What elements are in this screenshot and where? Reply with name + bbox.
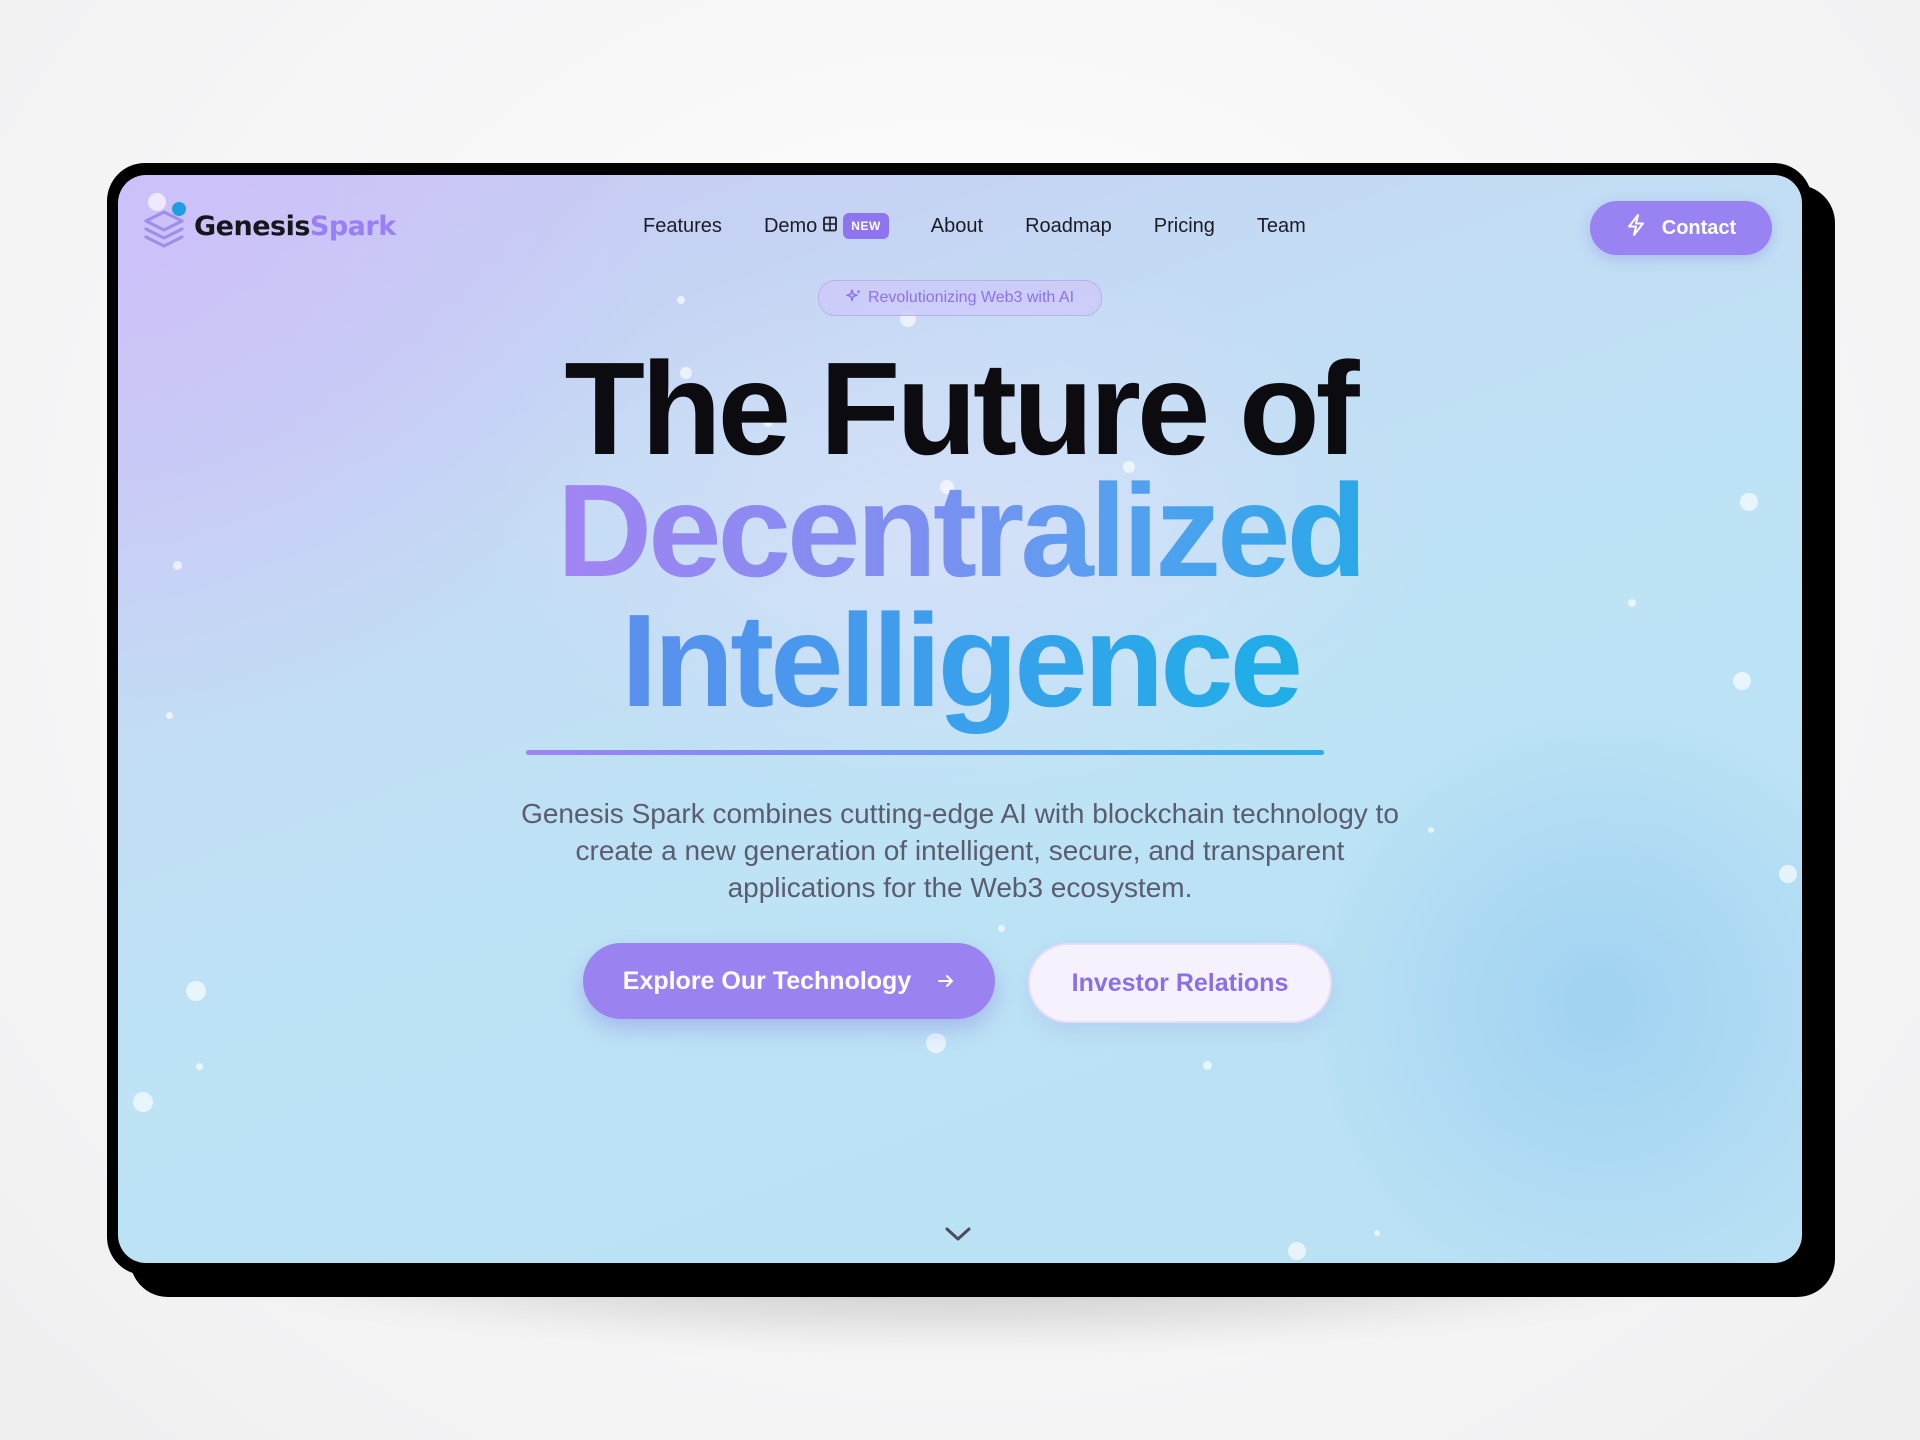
particle [133,1092,153,1112]
headline-line-3: Intelligence [118,595,1802,727]
particle [677,296,685,304]
sparkles-icon [846,288,862,309]
particle [1428,827,1434,833]
film-icon [823,215,838,238]
nav-link-demo-label: Demo [763,214,818,237]
particle [1288,1242,1306,1260]
top-navigation: GenesisSpark Features Demo NEW About Roa… [118,175,1802,275]
brand-logo[interactable]: GenesisSpark [142,201,396,251]
particle [186,981,206,1001]
nav-link-roadmap[interactable]: Roadmap [1025,215,1112,238]
brand-name-part1: Genesis [194,210,310,242]
particle [1203,1061,1212,1070]
headline-underline [526,750,1324,755]
chevron-down-icon[interactable] [941,1223,975,1245]
nav-link-team[interactable]: Team [1257,215,1306,238]
particle [1374,1230,1380,1236]
particle [196,1063,203,1070]
explore-technology-label: Explore Our Technology [622,966,912,995]
nav-link-features[interactable]: Features [643,215,722,238]
nav-links: Features Demo NEW About Roadmap Pricing [643,213,1306,239]
brand-name: GenesisSpark [194,211,396,242]
announcement-pill: Revolutionizing Web3 with AI [818,280,1102,316]
investor-relations-label: Investor Relations [1071,968,1289,997]
hero-subtitle: Genesis Spark combines cutting-edge AI w… [521,798,1399,903]
explore-technology-button[interactable]: Explore Our Technology [583,943,995,1019]
nav-link-pricing[interactable]: Pricing [1154,215,1215,238]
lightning-icon [1626,214,1646,242]
contact-button[interactable]: Contact [1590,201,1772,255]
landing-page-screen: GenesisSpark Features Demo NEW About Roa… [118,175,1802,1263]
nav-link-about[interactable]: About [931,215,983,238]
headline-line-2-text: Decentralized [556,457,1367,604]
new-badge: NEW [843,213,889,239]
headline-line-3-text: Intelligence [620,587,1303,734]
announcement-text: Revolutionizing Web3 with AI [867,289,1075,306]
arrow-right-icon [937,967,955,996]
headline-line-1: The Future of [564,335,1359,482]
headline-line-2: Decentralized [118,465,1802,597]
investor-relations-button[interactable]: Investor Relations [1028,943,1332,1023]
layers-stack-icon [142,201,186,251]
particle [998,925,1005,932]
brand-name-part2: Spark [309,210,396,242]
nav-link-demo[interactable]: Demo NEW [764,213,889,239]
contact-button-label: Contact [1661,216,1737,239]
particle [1779,865,1797,883]
particle [926,1033,946,1053]
stage: GenesisSpark Features Demo NEW About Roa… [0,0,1920,1440]
